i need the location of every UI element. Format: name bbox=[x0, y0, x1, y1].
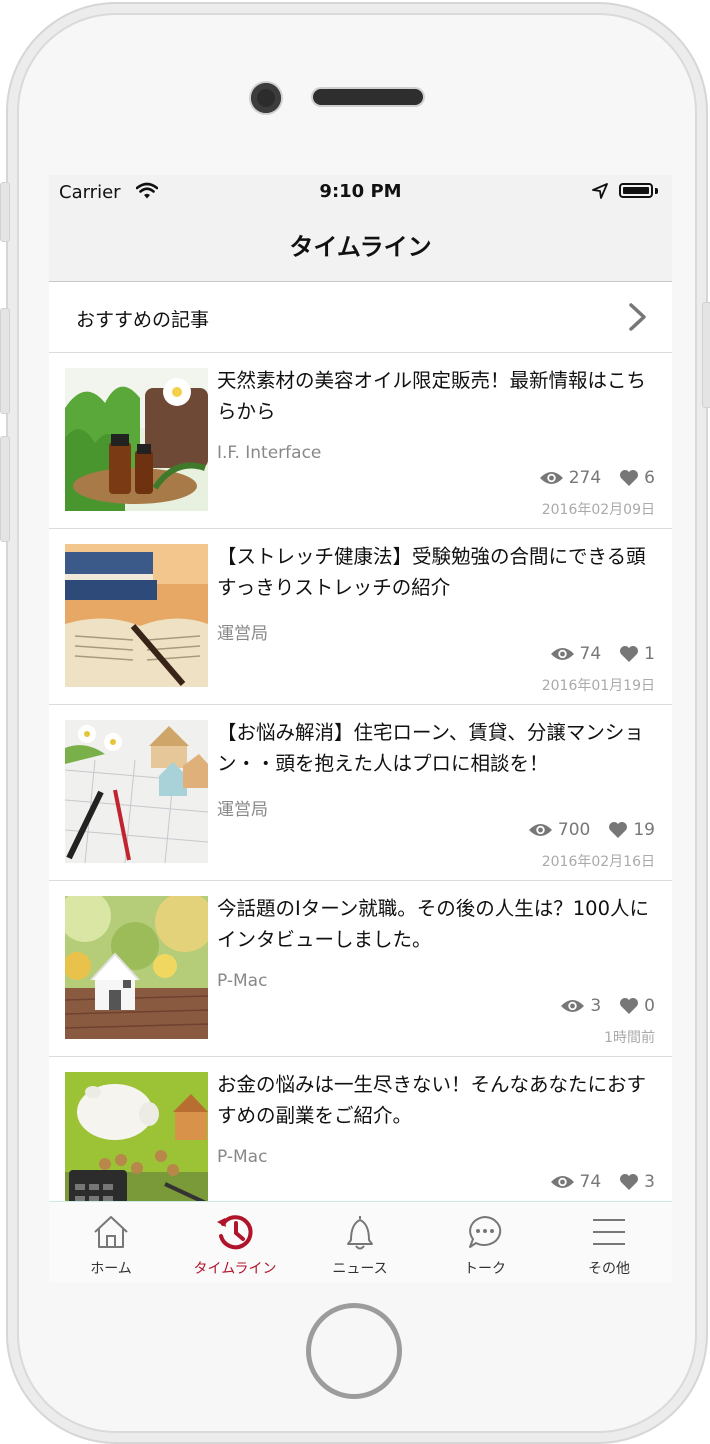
article-author: P-Mac bbox=[217, 971, 268, 991]
featured-label: おすすめの記事 bbox=[76, 309, 210, 331]
article-item[interactable]: 天然素材の美容オイル限定販売！最新情報はこちらから I.F. Interface… bbox=[49, 353, 672, 529]
view-count: 74 bbox=[579, 644, 602, 664]
heart-icon bbox=[609, 822, 628, 838]
article-title: 天然素材の美容オイル限定販売！最新情報はこちらから bbox=[217, 369, 647, 423]
view-count: 3 bbox=[590, 996, 602, 1016]
featured-articles-row[interactable]: おすすめの記事 bbox=[49, 282, 672, 353]
article-author: 運営局 bbox=[217, 800, 268, 820]
battery-tip bbox=[655, 188, 658, 194]
like-count: 0 bbox=[644, 996, 655, 1016]
home-button[interactable] bbox=[306, 1303, 402, 1399]
eye-icon bbox=[550, 648, 574, 660]
article-author: 運営局 bbox=[217, 624, 268, 644]
tab-label: その他 bbox=[588, 1261, 630, 1277]
tab-home[interactable]: ホーム bbox=[49, 1202, 173, 1283]
article-stats: 74 3 bbox=[550, 1172, 655, 1192]
heart-icon bbox=[620, 470, 639, 486]
article-date: 2016年02月16日 bbox=[541, 854, 655, 870]
article-date: 2016年01月19日 bbox=[541, 678, 655, 694]
article-stats: 74 1 bbox=[550, 644, 655, 664]
history-clock-icon bbox=[217, 1215, 253, 1250]
tab-label: ニュース bbox=[332, 1261, 388, 1277]
bell-icon bbox=[347, 1216, 373, 1250]
open-book-thumbnail bbox=[65, 544, 208, 687]
tab-bar: ホーム タイムライン ニュース トーク その他 bbox=[49, 1201, 672, 1283]
app-screen: Carrier 9:10 PM タイムライン おすすめの記事 天然素材の美容オイ… bbox=[49, 175, 672, 1283]
aroma-oil-thumbnail bbox=[65, 368, 208, 511]
tab-label: トーク bbox=[464, 1261, 506, 1277]
article-item[interactable]: 今話題のIターン就職。その後の人生は？100人にインタビューしました。 P-Ma… bbox=[49, 881, 672, 1057]
article-author: P-Mac bbox=[217, 1147, 268, 1167]
volume-up-button bbox=[0, 308, 10, 414]
article-title: お金の悩みは一生尽きない！そんなあなたにおすすめの副業をご紹介。 bbox=[217, 1073, 647, 1127]
earpiece-speaker bbox=[313, 89, 423, 105]
piggy-bank-thumbnail bbox=[65, 1072, 208, 1215]
tab-news[interactable]: ニュース bbox=[298, 1202, 422, 1283]
view-count: 274 bbox=[568, 468, 602, 488]
article-title: 【ストレッチ健康法】受験勉強の合間にできる頭すっきりストレッチの紹介 bbox=[217, 545, 646, 599]
mute-switch bbox=[0, 182, 10, 242]
status-time: 9:10 PM bbox=[319, 181, 402, 202]
view-count: 700 bbox=[557, 820, 591, 840]
article-title: 【お悩み解消】住宅ローン、賃貸、分譲マンション・・頭を抱えた人はプロに相談を！ bbox=[217, 721, 644, 775]
menu-icon bbox=[593, 1219, 625, 1245]
article-title: 今話題のIターン就職。その後の人生は？100人にインタビューしました。 bbox=[217, 897, 649, 951]
heart-icon bbox=[620, 1174, 639, 1190]
tab-label: タイムライン bbox=[193, 1261, 277, 1277]
like-count: 19 bbox=[633, 820, 655, 840]
house-blueprint-thumbnail bbox=[65, 720, 208, 863]
location-arrow-icon bbox=[592, 183, 608, 199]
article-stats: 3 0 bbox=[560, 996, 655, 1016]
article-item[interactable]: 【お悩み解消】住宅ローン、賃貸、分譲マンション・・頭を抱えた人はプロに相談を！ … bbox=[49, 705, 672, 881]
small-house-thumbnail bbox=[65, 896, 208, 1039]
article-date: 2016年02月09日 bbox=[541, 502, 655, 518]
article-item[interactable]: 【ストレッチ健康法】受験勉強の合間にできる頭すっきりストレッチの紹介 運営局 7… bbox=[49, 529, 672, 705]
eye-icon bbox=[528, 824, 552, 836]
tab-timeline[interactable]: タイムライン bbox=[173, 1202, 297, 1283]
chat-bubble-icon bbox=[469, 1216, 502, 1248]
battery-icon bbox=[619, 183, 653, 198]
heart-icon bbox=[620, 646, 639, 662]
volume-down-button bbox=[0, 436, 10, 542]
status-bar: Carrier 9:10 PM bbox=[49, 175, 672, 209]
navigation-bar: タイムライン bbox=[49, 209, 672, 282]
view-count: 74 bbox=[579, 1172, 602, 1192]
heart-icon bbox=[620, 998, 639, 1014]
house-icon bbox=[94, 1216, 128, 1248]
tab-label: ホーム bbox=[90, 1261, 132, 1277]
tab-more[interactable]: その他 bbox=[547, 1202, 671, 1283]
tab-talk[interactable]: トーク bbox=[423, 1202, 547, 1283]
like-count: 1 bbox=[644, 644, 655, 664]
like-count: 6 bbox=[644, 468, 655, 488]
chevron-right-icon bbox=[629, 303, 646, 331]
article-date: 1時間前 bbox=[604, 1030, 655, 1046]
article-stats: 700 19 bbox=[528, 820, 655, 840]
article-author: I.F. Interface bbox=[217, 443, 322, 463]
front-camera bbox=[251, 83, 281, 113]
article-stats: 274 6 bbox=[539, 468, 655, 488]
page-title: タイムライン bbox=[289, 233, 432, 261]
like-count: 3 bbox=[644, 1172, 655, 1192]
eye-icon bbox=[539, 472, 563, 484]
eye-icon bbox=[550, 1176, 574, 1188]
eye-icon bbox=[561, 1000, 585, 1012]
power-button bbox=[702, 302, 710, 408]
